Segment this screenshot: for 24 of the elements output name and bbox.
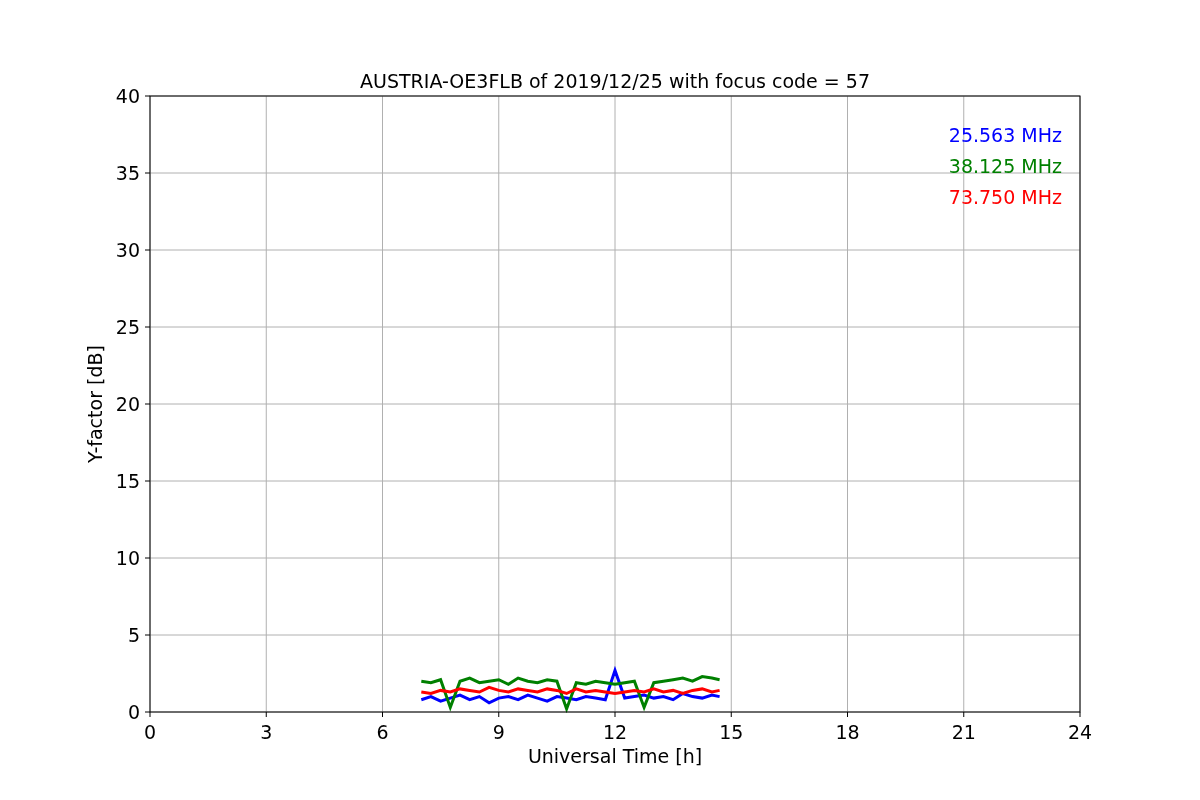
tick-label: 24 [1067,721,1093,743]
legend-label: 25.563 MHz [948,124,1062,146]
tick-label: 18 [835,721,860,743]
tick-label: 10 [115,547,140,569]
legend-label: 38.125 MHz [948,155,1062,177]
tick-label: 6 [376,721,389,743]
tick-label: 0 [143,721,157,743]
tick-label: 30 [115,239,140,261]
tick-label: 12 [602,721,628,743]
legend-label: 73.750 MHz [948,186,1062,208]
tick-label: 5 [127,624,140,646]
tick-label: 21 [951,721,976,743]
tick-label: 35 [115,162,140,184]
tick-label: 25 [115,316,140,338]
chart-title: AUSTRIA-OE3FLB of 2019/12/25 with focus code = 57 [360,70,870,92]
axis-title: Universal Time [h] [527,745,703,767]
tick-label: 9 [492,721,505,743]
tick-label: 0 [127,701,140,723]
tick-label: 40 [115,85,140,107]
axis-title: Y-factor [dB] [84,345,106,463]
tick-label: 15 [719,721,744,743]
tick-label: 3 [260,721,273,743]
tick-label: 15 [115,470,140,492]
tick-label: 20 [115,393,140,415]
